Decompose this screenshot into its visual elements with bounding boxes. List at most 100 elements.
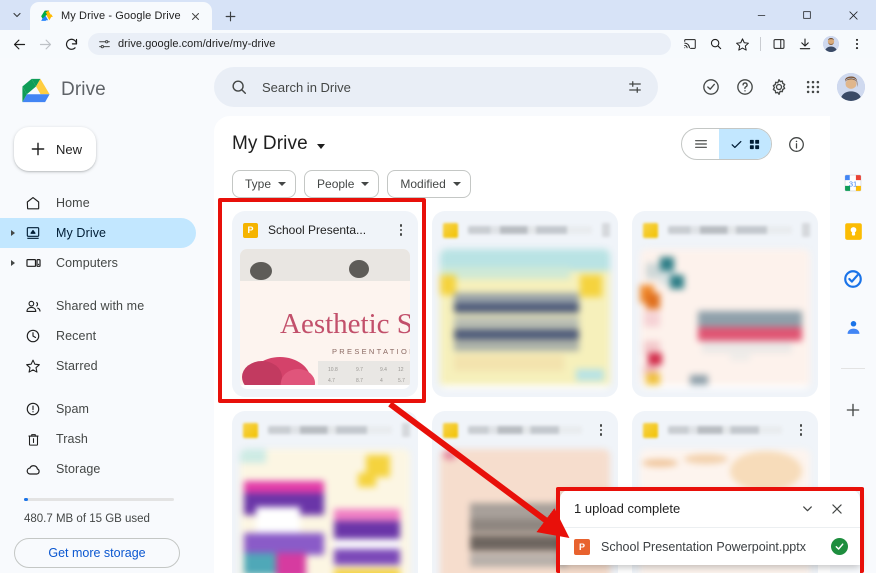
sidebar-item-starred[interactable]: Starred [0,351,196,381]
sidebar-item-computers[interactable]: Computers [0,248,196,278]
file-card[interactable] [432,211,618,397]
sidebar-item-label: Home [56,196,90,210]
sidebar-item-recent[interactable]: Recent [0,321,196,351]
contacts-icon[interactable] [842,316,864,338]
storage-section: 480.7 MB of 15 GB used [0,484,210,525]
spam-icon [24,401,42,417]
filter-chip-people[interactable]: People [304,170,380,198]
back-arrow-icon[interactable] [6,31,32,57]
info-icon[interactable] [780,128,812,160]
get-more-storage-label: Get more storage [48,546,146,560]
tasks-icon[interactable] [842,268,864,290]
sidebar-item-label: Storage [56,462,101,476]
chevron-down-icon[interactable] [796,498,818,520]
file-card-header [632,411,818,449]
side-panel-icon[interactable] [766,31,792,57]
close-tab-icon[interactable] [188,8,204,24]
keep-icon[interactable] [842,220,864,242]
expand-caret-icon[interactable] [11,260,15,266]
file-more-options-icon[interactable] [602,223,610,237]
tune-icon[interactable] [626,78,644,96]
sidebar-item-home[interactable]: Home [0,188,196,218]
sidebar: Drive New Home My Drive Computers Shared… [0,58,210,573]
active-icon[interactable] [696,72,726,102]
account-avatar[interactable] [837,73,865,101]
new-button[interactable]: New [14,127,96,171]
bookmark-star-icon[interactable] [729,31,755,57]
sidebar-item-spam[interactable]: Spam [0,394,196,424]
tab-search-icon[interactable] [4,2,30,28]
maximize-icon[interactable] [784,0,830,30]
search-icon [230,78,248,96]
google-drive-logo-icon [40,9,54,23]
file-more-options-icon[interactable] [802,223,810,237]
help-icon[interactable] [730,72,760,102]
list-view-icon[interactable] [682,129,719,159]
upload-toast-file-row[interactable]: P School Presentation Powerpoint.pptx [560,528,860,565]
filter-chip-label: Type [245,177,272,191]
svg-text:4: 4 [380,378,383,384]
reload-icon[interactable] [58,31,84,57]
grid-view-icon[interactable] [719,129,771,159]
search-placeholder: Search in Drive [262,79,351,95]
cast-icon[interactable] [677,31,703,57]
filter-chip-label: People [317,177,355,191]
file-card[interactable] [232,411,418,573]
page-settings-icon[interactable] [98,38,111,51]
apps-grid-icon[interactable] [798,72,828,102]
sidebar-item-shared-with-me[interactable]: Shared with me [0,291,196,321]
sidebar-item-label: My Drive [56,226,107,240]
svg-text:4.7: 4.7 [328,378,335,384]
close-icon[interactable] [826,498,848,520]
forward-arrow-icon [32,31,58,57]
minimize-icon[interactable] [738,0,784,30]
get-more-storage-button[interactable]: Get more storage [14,538,180,568]
sidebar-item-label: Computers [56,256,119,270]
tab-title: My Drive - Google Drive [61,10,181,22]
download-icon[interactable] [792,31,818,57]
file-more-options-icon[interactable] [402,423,410,437]
drive-brand[interactable]: Drive [0,64,210,108]
clock-icon [24,328,42,344]
chrome-menu-icon[interactable] [844,31,870,57]
sidebar-item-my-drive[interactable]: My Drive [0,218,196,248]
address-bar[interactable]: drive.google.com/drive/my-drive [88,33,671,55]
file-card[interactable] [632,211,818,397]
drive-brand-label: Drive [61,79,106,100]
file-thumbnail [240,449,410,573]
avatar-image [823,36,839,52]
settings-gear-icon[interactable] [764,72,794,102]
add-apps-icon[interactable] [842,399,864,421]
chevron-down-icon[interactable] [316,143,325,149]
sidebar-item-label: Starred [56,359,98,373]
filter-chip-type[interactable]: Type [232,170,297,198]
sidebar-item-trash[interactable]: Trash [0,424,196,454]
file-more-options-icon[interactable] [592,421,610,439]
profile-avatar[interactable] [818,31,844,57]
svg-text:9.7: 9.7 [356,367,363,373]
browser-tab[interactable]: My Drive - Google Drive [30,2,212,30]
sidebar-item-label: Spam [56,402,90,416]
my-drive-icon [24,225,42,241]
home-icon [24,195,42,211]
calendar-icon[interactable]: 31 [842,172,864,194]
file-more-options-icon[interactable] [792,421,810,439]
file-card-header [432,211,618,249]
new-tab-icon[interactable] [218,3,244,29]
slides-icon [443,222,458,238]
upload-toast: 1 upload complete P School Presentation … [560,490,860,565]
filter-chip-modified[interactable]: Modified [387,170,471,198]
zoom-icon[interactable] [703,31,729,57]
expand-caret-icon[interactable] [11,230,15,236]
search-input[interactable]: Search in Drive [214,67,658,107]
svg-text:PRESENTATIOI: PRESENTATIOI [332,347,410,356]
close-window-icon[interactable] [830,0,876,30]
slides-icon [643,222,658,238]
file-more-options-icon[interactable] [392,221,410,239]
tab-strip: My Drive - Google Drive [0,0,876,30]
chevron-down-icon [452,182,461,186]
toolbar-actions [677,31,870,57]
slides-icon [643,422,658,438]
sidebar-item-storage[interactable]: Storage [0,454,196,484]
file-card-school-presentation[interactable]: P School Presenta... Aesthetic S PRESENT… [232,211,418,397]
